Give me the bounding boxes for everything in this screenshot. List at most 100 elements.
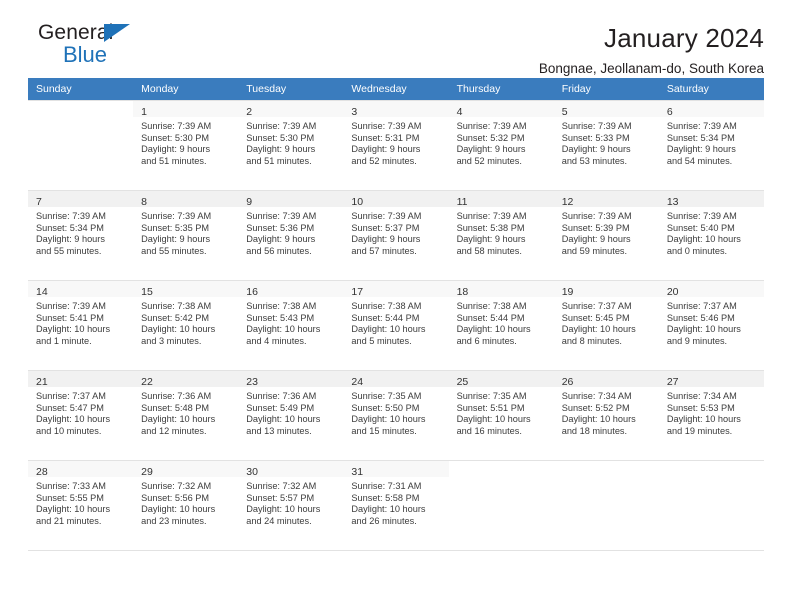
- daylight-text-line2: and 3 minutes.: [141, 335, 202, 346]
- day-details: Sunrise: 7:38 AM Sunset: 5:44 PM Daylight:…: [449, 297, 554, 347]
- sunset-text: Sunset: 5:33 PM: [561, 132, 630, 143]
- calendar-day-cell[interactable]: 25 Sunrise: 7:35 AM Sunset: 5:51 PM Dayligh…: [448, 370, 554, 460]
- day-number: 15: [141, 286, 153, 298]
- day-number: 2: [246, 106, 253, 118]
- weekday-header-friday: Friday: [553, 78, 659, 100]
- sunrise-text: Sunrise: 7:39 AM: [246, 211, 317, 221]
- calendar-day-cell[interactable]: 31 Sunrise: 7:31 AM Sunset: 5:58 PM Dayligh…: [343, 460, 449, 550]
- day-number-bar: 19: [553, 281, 659, 298]
- calendar-day-cell[interactable]: 20 Sunrise: 7:37 AM Sunset: 5:46 PM Dayligh…: [658, 280, 764, 370]
- day-cell-inner: 17 Sunrise: 7:38 AM Sunset: 5:44 PM Dayligh…: [343, 280, 449, 370]
- calendar-day-cell[interactable]: 13 Sunrise: 7:39 AM Sunset: 5:40 PM Dayligh…: [658, 190, 764, 280]
- calendar-day-cell[interactable]: 22 Sunrise: 7:36 AM Sunset: 5:48 PM Dayligh…: [133, 370, 239, 460]
- sunrise-text: Sunrise: 7:38 AM: [246, 301, 317, 311]
- daylight-text-line2: and 19 minutes.: [666, 425, 733, 436]
- day-cell-inner: 16 Sunrise: 7:38 AM Sunset: 5:43 PM Dayligh…: [238, 280, 344, 370]
- day-number: 11: [456, 196, 468, 208]
- calendar-day-cell[interactable]: 14 Sunrise: 7:39 AM Sunset: 5:41 PM Dayligh…: [28, 280, 134, 370]
- day-details: Sunrise: 7:35 AM Sunset: 5:50 PM Daylight:…: [343, 387, 448, 437]
- calendar-day-cell[interactable]: 29 Sunrise: 7:32 AM Sunset: 5:56 PM Dayligh…: [133, 460, 239, 550]
- day-cell-inner: [28, 100, 134, 190]
- calendar-day-cell-empty: [448, 460, 554, 550]
- day-number-bar: 15: [133, 281, 239, 298]
- sunrise-text: Sunrise: 7:32 AM: [141, 481, 212, 491]
- day-number-bar: 3: [343, 101, 449, 118]
- calendar-day-cell[interactable]: 15 Sunrise: 7:38 AM Sunset: 5:42 PM Dayligh…: [133, 280, 239, 370]
- calendar-day-cell[interactable]: 9 Sunrise: 7:39 AM Sunset: 5:36 PM Daylight…: [238, 190, 344, 280]
- page-header: General Blue January 2024 Bongnae, Jeoll…: [28, 0, 764, 76]
- calendar-day-cell[interactable]: 7 Sunrise: 7:39 AM Sunset: 5:34 PM Daylight…: [28, 190, 134, 280]
- daylight-text-line1: Daylight: 10 hours: [561, 414, 636, 425]
- sunset-text: Sunset: 5:43 PM: [246, 312, 315, 323]
- daylight-text-line2: and 15 minutes.: [351, 425, 417, 436]
- weekday-header-wednesday: Wednesday: [343, 78, 449, 100]
- day-details: Sunrise: 7:36 AM Sunset: 5:48 PM Daylight:…: [133, 387, 238, 437]
- calendar-day-cell[interactable]: 24 Sunrise: 7:35 AM Sunset: 5:50 PM Dayligh…: [343, 370, 449, 460]
- daylight-text-line2: and 58 minutes.: [456, 245, 522, 256]
- calendar-day-cell[interactable]: 16 Sunrise: 7:38 AM Sunset: 5:43 PM Dayligh…: [238, 280, 344, 370]
- daylight-text-line2: and 52 minutes.: [351, 155, 417, 166]
- day-cell-inner: 26 Sunrise: 7:34 AM Sunset: 5:52 PM Dayligh…: [553, 370, 659, 460]
- sunset-text: Sunset: 5:41 PM: [36, 312, 104, 323]
- calendar-day-cell[interactable]: 5 Sunrise: 7:39 AM Sunset: 5:33 PM Daylight…: [553, 100, 659, 190]
- sunrise-text: Sunrise: 7:39 AM: [456, 121, 527, 131]
- day-number: 9: [246, 196, 253, 208]
- calendar-day-cell[interactable]: 3 Sunrise: 7:39 AM Sunset: 5:31 PM Daylight…: [343, 100, 449, 190]
- day-details: Sunrise: 7:39 AM Sunset: 5:34 PM Daylight:…: [659, 117, 764, 167]
- daylight-text-line2: and 18 minutes.: [561, 425, 628, 436]
- calendar-day-cell[interactable]: 28 Sunrise: 7:33 AM Sunset: 5:55 PM Dayligh…: [28, 460, 134, 550]
- daylight-text-line2: and 16 minutes.: [456, 425, 522, 436]
- day-number: 20: [666, 286, 679, 298]
- day-number: 18: [456, 286, 469, 298]
- daylight-text-line2: and 24 minutes.: [246, 515, 312, 526]
- day-cell-inner: 4 Sunrise: 7:39 AM Sunset: 5:32 PM Daylight…: [448, 100, 554, 190]
- calendar-day-cell[interactable]: 27 Sunrise: 7:34 AM Sunset: 5:53 PM Dayligh…: [658, 370, 764, 460]
- calendar-day-cell[interactable]: 10 Sunrise: 7:39 AM Sunset: 5:37 PM Dayligh…: [343, 190, 449, 280]
- calendar-day-cell[interactable]: 11 Sunrise: 7:39 AM Sunset: 5:38 PM Dayligh…: [448, 190, 554, 280]
- calendar-day-cell[interactable]: 19 Sunrise: 7:37 AM Sunset: 5:45 PM Dayligh…: [553, 280, 659, 370]
- day-number: 28: [36, 466, 48, 478]
- calendar-day-cell[interactable]: 8 Sunrise: 7:39 AM Sunset: 5:35 PM Daylight…: [133, 190, 239, 280]
- daylight-text-line1: Daylight: 10 hours: [351, 414, 426, 425]
- calendar-day-cell[interactable]: 4 Sunrise: 7:39 AM Sunset: 5:32 PM Daylight…: [448, 100, 554, 190]
- daylight-text-line2: and 51 minutes.: [246, 155, 312, 166]
- generalblue-logo[interactable]: General Blue: [28, 22, 158, 74]
- daylight-text-line2: and 52 minutes.: [456, 155, 522, 166]
- calendar-day-cell[interactable]: 6 Sunrise: 7:39 AM Sunset: 5:34 PM Daylight…: [658, 100, 764, 190]
- day-details: Sunrise: 7:39 AM Sunset: 5:35 PM Daylight:…: [133, 207, 238, 257]
- calendar-day-cell[interactable]: 30 Sunrise: 7:32 AM Sunset: 5:57 PM Dayligh…: [238, 460, 344, 550]
- calendar-day-cell[interactable]: 1 Sunrise: 7:39 AM Sunset: 5:30 PM Daylight…: [133, 100, 239, 190]
- daylight-text-line1: Daylight: 10 hours: [351, 324, 426, 335]
- sunset-text: Sunset: 5:32 PM: [456, 132, 525, 143]
- daylight-text-line1: Daylight: 9 hours: [456, 234, 526, 245]
- daylight-text-line1: Daylight: 9 hours: [561, 234, 631, 245]
- sunset-text: Sunset: 5:35 PM: [141, 222, 210, 233]
- day-number: 23: [246, 376, 258, 388]
- calendar-day-cell[interactable]: 23 Sunrise: 7:36 AM Sunset: 5:49 PM Dayligh…: [238, 370, 344, 460]
- calendar-day-cell[interactable]: 2 Sunrise: 7:39 AM Sunset: 5:30 PM Daylight…: [238, 100, 344, 190]
- daylight-text-line1: Daylight: 9 hours: [456, 144, 526, 155]
- daylight-text-line2: and 51 minutes.: [141, 155, 207, 166]
- weekday-header-thursday: Thursday: [448, 78, 554, 100]
- sunrise-text: Sunrise: 7:35 AM: [456, 391, 527, 401]
- day-details: Sunrise: 7:39 AM Sunset: 5:32 PM Daylight:…: [449, 117, 554, 167]
- day-number-bar: 1: [133, 101, 239, 118]
- sunset-text: Sunset: 5:40 PM: [666, 222, 735, 233]
- calendar-day-cell[interactable]: 26 Sunrise: 7:34 AM Sunset: 5:52 PM Dayligh…: [553, 370, 659, 460]
- day-number-bar: 4: [448, 101, 554, 118]
- sunrise-text: Sunrise: 7:39 AM: [351, 211, 422, 221]
- daylight-text-line1: Daylight: 9 hours: [141, 234, 211, 245]
- calendar-day-cell[interactable]: 17 Sunrise: 7:38 AM Sunset: 5:44 PM Dayligh…: [343, 280, 449, 370]
- calendar-day-cell[interactable]: 21 Sunrise: 7:37 AM Sunset: 5:47 PM Dayligh…: [28, 370, 134, 460]
- day-number-bar: 10: [343, 191, 449, 208]
- daylight-text-line1: Daylight: 9 hours: [246, 144, 316, 155]
- daylight-text-line2: and 53 minutes.: [561, 155, 628, 166]
- calendar-day-cell[interactable]: 12 Sunrise: 7:39 AM Sunset: 5:39 PM Dayligh…: [553, 190, 659, 280]
- calendar-day-cell[interactable]: 18 Sunrise: 7:38 AM Sunset: 5:44 PM Dayligh…: [448, 280, 554, 370]
- day-number: 21: [36, 376, 48, 388]
- day-number: 7: [36, 196, 42, 208]
- sunset-text: Sunset: 5:38 PM: [456, 222, 525, 233]
- sunrise-text: Sunrise: 7:39 AM: [666, 211, 737, 221]
- sunrise-text: Sunrise: 7:35 AM: [351, 391, 422, 401]
- daylight-text-line2: and 59 minutes.: [561, 245, 628, 256]
